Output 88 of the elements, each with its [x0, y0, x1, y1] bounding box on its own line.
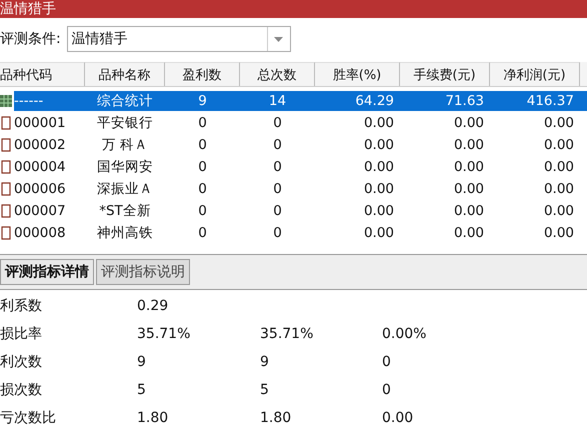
- table-cell-text: 14: [268, 93, 288, 109]
- table-cell-text: 416.37: [526, 93, 575, 109]
- metric-value: 35.71%: [260, 326, 314, 342]
- metric-value: 0: [382, 382, 392, 398]
- metric-label: 损次数: [0, 381, 43, 399]
- table-cell-text: 0.00: [362, 159, 395, 175]
- table-cell-text: 0.00: [542, 159, 575, 175]
- table-cell-text: 0: [197, 159, 208, 175]
- table-row[interactable]: 000002 万 科Ａ 0 0 0.00 0.00 0.00: [14, 135, 587, 155]
- metric-value: 35.71%: [137, 326, 192, 342]
- table-cell-text: 0: [197, 225, 208, 241]
- table-cell-text: 0: [272, 181, 283, 197]
- metric-value: 0: [382, 354, 392, 370]
- table-row[interactable]: 000004 国华网安 0 0 0.00 0.00 0.00: [14, 157, 587, 177]
- table-cell-text: 0.00: [362, 225, 395, 241]
- metric-value: 0.00: [382, 410, 414, 426]
- tab[interactable]: 评测指标详情: [0, 259, 94, 285]
- table-cell-text: 000007: [14, 203, 67, 219]
- table-cell-text: 0.00: [452, 203, 485, 219]
- table-cell-text: 0.00: [452, 225, 485, 241]
- table-cell-text: 万 科Ａ: [100, 136, 150, 154]
- window-title: 温情猎手: [0, 0, 587, 18]
- table-cell-text: 0.00: [542, 203, 575, 219]
- column-header[interactable]: 盈利数: [165, 62, 240, 86]
- table-cell-text: 000002: [14, 137, 67, 153]
- metric-label: 利次数: [0, 353, 43, 371]
- table-cell-text: ------: [14, 93, 44, 109]
- table-cell-text: 0.00: [542, 225, 575, 241]
- metric-value: 5: [260, 382, 270, 398]
- table-cell-text: 0.00: [362, 137, 395, 153]
- metric-value: 5: [137, 382, 147, 398]
- column-header[interactable]: 净利润(元): [490, 62, 580, 86]
- table-cell-text: 神州高铁: [96, 224, 154, 242]
- tab[interactable]: 评测指标说明: [96, 259, 190, 285]
- table-cell-text: 0: [197, 115, 208, 131]
- table-cell-text: 0: [197, 137, 208, 153]
- metric-value: 0.29: [137, 298, 170, 314]
- metric-value: 1.80: [137, 410, 170, 426]
- table-cell-text: 000001: [14, 115, 67, 131]
- table-cell-text: 0.00: [542, 137, 575, 153]
- table-row[interactable]: ------ 综合统计 9 14 64.29 71.63 416.37: [14, 91, 587, 111]
- table-cell-text: 平安银行: [96, 114, 154, 132]
- table-row[interactable]: 000007 *ST全新 0 0 0.00 0.00 0.00: [14, 201, 587, 221]
- condition-label: 评测条件:: [0, 30, 61, 48]
- table-cell-text: 0: [197, 203, 208, 219]
- column-header[interactable]: 手续费(元): [400, 62, 490, 86]
- table-cell-text: 000006: [14, 181, 67, 197]
- table-cell-text: 9: [197, 93, 208, 109]
- metric-label: 亏次数比: [0, 409, 57, 427]
- table-cell-text: 0.00: [452, 115, 485, 131]
- table-cell-text: *ST全新: [98, 202, 152, 220]
- table-cell-text: 000004: [14, 159, 67, 175]
- table-cell-text: 0.00: [452, 159, 485, 175]
- column-header[interactable]: 胜率(%): [315, 62, 400, 86]
- table-cell-text: 0.00: [362, 181, 395, 197]
- table-cell-text: 0.00: [452, 137, 485, 153]
- table-cell-text: 0: [272, 203, 283, 219]
- table-cell-text: 64.29: [354, 93, 395, 109]
- metric-value: 9: [137, 354, 147, 370]
- table-cell-text: 71.63: [444, 93, 485, 109]
- metric-label: 利系数: [0, 297, 43, 315]
- table-cell-text: 国华网安: [96, 158, 154, 176]
- metric-value: 0.00%: [382, 326, 428, 342]
- table-cell-text: 0.00: [452, 181, 485, 197]
- metric-value: 1.80: [260, 410, 292, 426]
- table-row[interactable]: 000001 平安银行 0 0 0.00 0.00 0.00: [14, 113, 587, 133]
- dropdown-caret-icon: [274, 36, 284, 42]
- condition-dropdown[interactable]: 温情猎手: [66, 26, 291, 52]
- table-cell-text: 000008: [14, 225, 67, 241]
- metric-label: 损比率: [0, 325, 43, 343]
- table-cell-text: 0: [272, 115, 283, 131]
- table-cell-text: 0: [272, 159, 283, 175]
- table-cell-text: 0.00: [362, 115, 395, 131]
- column-header[interactable]: 品种名称: [85, 62, 165, 86]
- column-header[interactable]: 品种代码: [0, 62, 85, 86]
- table-cell-text: 综合统计: [96, 92, 154, 110]
- table-cell-text: 0.00: [362, 203, 395, 219]
- table-cell-text: 0: [197, 181, 208, 197]
- grid-icon: [0, 94, 12, 108]
- metric-value: 9: [260, 354, 270, 370]
- table-cell-text: 深振业Ａ: [96, 180, 154, 198]
- table-row[interactable]: 000006 深振业Ａ 0 0 0.00 0.00 0.00: [14, 179, 587, 199]
- table-cell-text: 0: [272, 225, 283, 241]
- table-row[interactable]: 000008 神州高铁 0 0 0.00 0.00 0.00: [14, 223, 587, 243]
- column-header[interactable]: 总次数: [240, 62, 315, 86]
- table-cell-text: 0: [272, 137, 283, 153]
- table-cell-text: 0.00: [542, 181, 575, 197]
- table-cell-text: 0.00: [542, 115, 575, 131]
